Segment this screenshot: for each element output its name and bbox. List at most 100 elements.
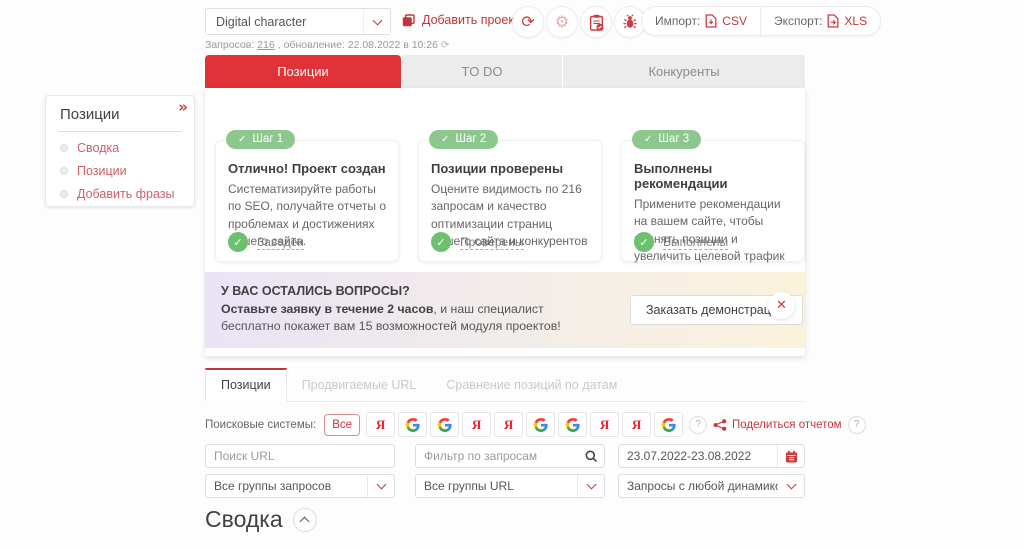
sidebar-item-add-phrases[interactable]: Добавить фразы [60,187,180,201]
subtab-positions[interactable]: Позиции [205,368,287,402]
search-engines-label: Поисковые системы: [205,418,317,431]
url-search-field [205,444,395,468]
search-icon[interactable] [578,445,604,467]
tab-todo[interactable]: TO DO [401,55,562,88]
project-select[interactable]: Digital character [205,8,391,35]
step-badge: ✓ Шаг 1 [226,130,296,149]
engine-button-yandex[interactable]: Я [494,412,524,437]
topbar-actions: ⟳ ⚙ [512,6,646,38]
file-export-icon [827,14,839,28]
url-search-input[interactable] [206,449,394,463]
check-icon: ✓ [644,133,653,145]
engine-button-google[interactable] [398,412,428,437]
tab-positions[interactable]: Позиции [205,55,401,88]
search-engines-row: Поисковые системы: Все Я Я Я Я Я ? Поделитьс… [205,411,866,438]
chevron-up-icon [299,516,310,526]
report-check-button[interactable] [580,6,612,38]
step-badge-label: Шаг 1 [252,133,284,145]
google-icon [565,417,580,432]
promo-banner: У ВАС ОСТАЛИСЬ ВОПРОСЫ? Оставьте заявку … [205,272,805,348]
step-title: Отлично! Проект создан [228,161,386,176]
google-icon [437,417,452,432]
bullet-icon [60,167,68,175]
project-select-value: Digital character [216,14,307,29]
help-icon[interactable]: ? [689,415,708,434]
dynamics-value: Запросы с любой динамикой [627,479,778,493]
settings-button[interactable]: ⚙ [546,6,578,38]
content-card: ✓ Шаг 1 Отлично! Проект создан Системати… [205,88,805,356]
close-banner-button[interactable]: ✕ [768,292,795,319]
date-range-input[interactable] [619,449,777,463]
query-filter-field [415,444,605,468]
check-icon: ✓ [441,133,450,145]
step-badge-label: Шаг 3 [658,133,690,145]
filter-selects-row: Все группы запросов Все группы URL Запро… [205,474,805,498]
sidebar-title: Позиции [60,106,120,123]
tab-competitors[interactable]: Конкуренты [562,55,805,88]
refresh-button[interactable]: ⟳ [512,6,544,38]
add-project-button[interactable]: Добавить проект [402,13,520,27]
export-button[interactable]: Экспорт: XLS [761,7,880,35]
url-groups-select[interactable]: Все группы URL [415,474,605,498]
engine-button-google[interactable] [526,412,556,437]
subtab-compare-by-dates[interactable]: Сравнение позиций по датам [431,370,632,401]
clipboard-check-icon [589,14,603,31]
check-circle-icon: ✓ [634,232,654,252]
step-status-link[interactable]: Выполнены [663,235,729,250]
divider [58,131,182,132]
queries-info: Запросов: 216 , обновление: 22.08.2022 в… [205,39,449,51]
yandex-icon: Я [375,416,386,432]
update-text: , обновление: 22.08.2022 в 10:26 [277,39,438,51]
subtab-promoted-urls[interactable]: Продвигаемые URL [287,370,432,401]
step-card-2: ✓ Шаг 2 Позиции проверены Оцените видимо… [418,130,602,262]
queries-count-link[interactable]: 216 [257,39,275,51]
yandex-icon: Я [503,416,514,432]
import-button[interactable]: Импорт: CSV [642,7,760,35]
engine-button-yandex[interactable]: Я [366,412,396,437]
engine-button-google[interactable] [558,412,588,437]
step-status-link[interactable]: Заведён [257,235,304,250]
share-report-button[interactable]: Поделиться отчетом [713,419,842,431]
steps-row: ✓ Шаг 1 Отлично! Проект создан Системати… [215,130,805,263]
sidebar-item-label: Сводка [77,141,120,155]
dynamics-select[interactable]: Запросы с любой динамикой [618,474,805,498]
engine-button-yandex[interactable]: Я [590,412,620,437]
import-label: Импорт: [655,14,701,28]
calendar-icon[interactable] [777,445,804,467]
engine-button-yandex[interactable]: Я [622,412,652,437]
engine-button-google[interactable] [654,412,684,437]
gear-icon: ⚙ [554,12,570,31]
yandex-icon: Я [599,416,610,432]
import-format: CSV [722,14,747,28]
sidebar-item-label: Позиции [77,164,127,178]
file-import-icon [705,14,717,28]
engine-button-google[interactable] [430,412,460,437]
chevron-down-icon [363,9,390,34]
query-filter-input[interactable] [416,449,578,463]
main-tabs: Позиции TO DO Конкуренты [205,55,805,88]
sidebar-item-positions[interactable]: Позиции [60,164,180,178]
sidebar-item-summary[interactable]: Сводка [60,141,180,155]
share-icon [713,418,727,431]
help-icon[interactable]: ? [847,415,866,434]
yandex-icon: Я [631,416,642,432]
sidebar-item-label: Добавить фразы [77,187,175,201]
share-report-label: Поделиться отчетом [732,418,842,431]
check-circle-icon: ✓ [228,232,248,252]
refresh-small-icon[interactable]: ⟳ [441,40,449,51]
check-circle-icon: ✓ [431,232,451,252]
step-title: Позиции проверены [431,161,564,176]
sidebar-panel: » Позиции Сводка Позиции Добавить фразы [45,95,195,207]
engine-button-yandex[interactable]: Я [462,412,492,437]
query-groups-select[interactable]: Все группы запросов [205,474,395,498]
summary-section-header: Сводка [205,506,317,533]
collapse-summary-button[interactable] [292,507,317,532]
google-icon [405,417,420,432]
all-engines-button[interactable]: Все [324,413,361,436]
step-status: ✓ Выполнены [634,232,729,252]
step-status-link[interactable]: Проверены [460,235,524,250]
banner-text-bold: Оставьте заявку в течение 2 часов [221,302,434,316]
collapse-sidebar-icon[interactable]: » [178,98,188,116]
bullet-icon [60,190,68,198]
export-label: Экспорт: [773,14,823,28]
